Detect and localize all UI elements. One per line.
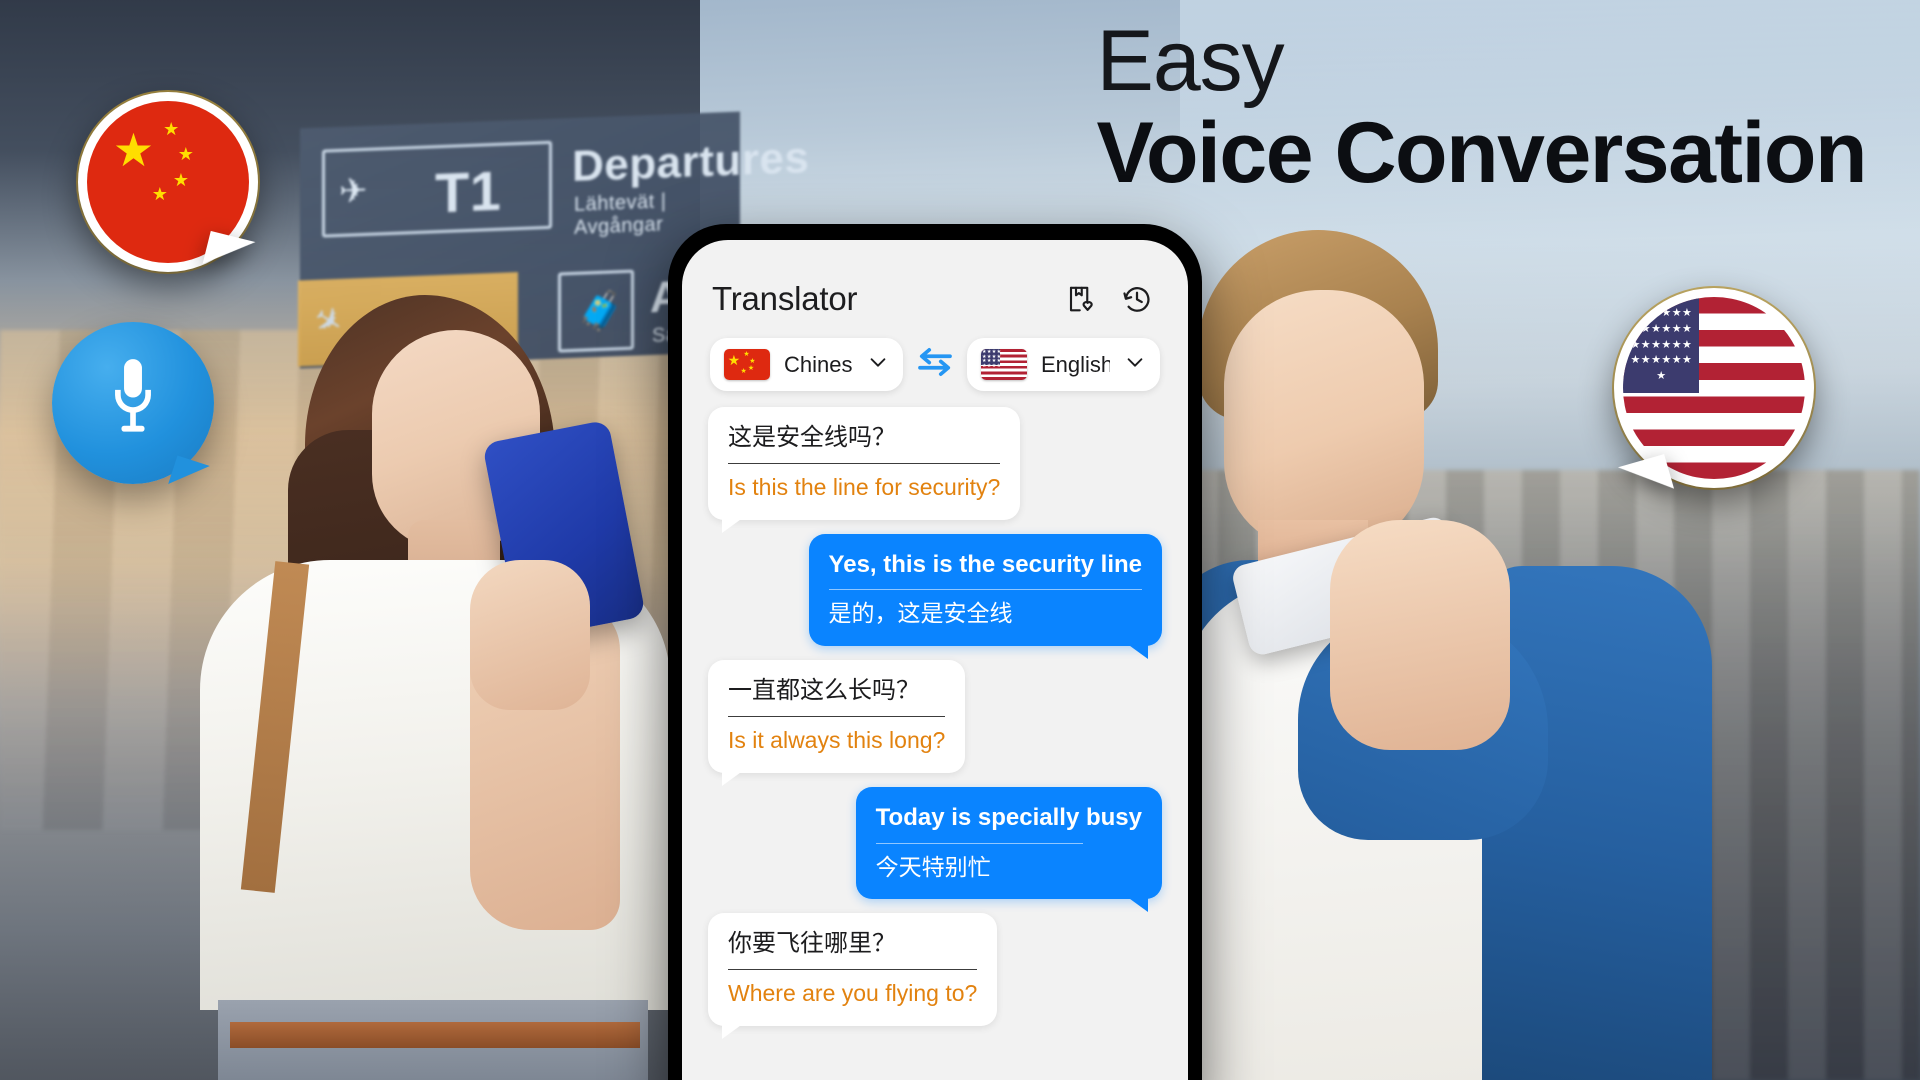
message-translation-text: Is this the line for security? [728, 473, 1001, 500]
sign-departures-label: Departures [572, 132, 810, 192]
message-primary-text: Today is specially busy [875, 803, 1142, 831]
message-primary-text: Yes, this is the security line [828, 550, 1142, 578]
airplane-icon: ✈ [339, 171, 368, 211]
history-icon[interactable] [1122, 284, 1152, 314]
man-face [1224, 290, 1424, 550]
source-flag-icon: ★ ★ ★ ★ ★ [724, 349, 770, 380]
language-selector-bar: ★ ★ ★ ★ ★ Chinese [682, 318, 1188, 391]
woman-belt [230, 1022, 640, 1048]
conversation-list: 这是安全线吗？ Is this the line for security? Y… [682, 391, 1188, 1040]
target-language-selector[interactable]: ★★★★ ★★★★ ★★★★ ★★★★ English [967, 338, 1160, 391]
bubble-tail [722, 1023, 744, 1040]
saved-phrases-icon[interactable] [1066, 284, 1096, 314]
target-flag-icon: ★★★★ ★★★★ ★★★★ ★★★★ [981, 349, 1027, 380]
bubble-tail [1126, 896, 1148, 913]
headline-line-1: Easy [1096, 13, 1284, 109]
message-row: Today is specially busy 今天特别忙 [708, 786, 1162, 913]
bubble-tail [1126, 643, 1148, 660]
target-chevron-down-icon[interactable] [1124, 351, 1146, 378]
woman-hand [470, 560, 590, 710]
app-screen: Translator ★ ★ ★ ★ ★ Chines ★★★★ ★★★★ ★★… [682, 240, 1188, 1080]
message-divider [828, 589, 1142, 591]
message-translation-text: Is it always this long? [728, 726, 946, 753]
phone-device: Translator ★ ★ ★ ★ ★ Chines ★★★★ ★★★★ ★★… [668, 224, 1202, 1080]
message-row: Yes, this is the security line 是的，这是安全线 [708, 533, 1162, 660]
message-translation-text: 是的，这是安全线 [828, 600, 1013, 627]
headline: Easy Voice Conversation [1096, 13, 1867, 201]
china-flag-speech-bubble: ★ ★ ★ ★ ★ [78, 92, 258, 276]
man-hand [1330, 520, 1510, 750]
usa-flag-badge-circle: ★ ★ ★ ★ ★ ★ ★ ★ ★ ★ ★ ★ ★ ★ ★ ★ ★ ★ ★ ★ ★ ★ ★ ★ ★ [1614, 288, 1814, 488]
message-translation-text: Where are you flying to? [728, 980, 978, 1007]
bubble-tail [722, 516, 744, 533]
source-language-label: Chinese [784, 351, 853, 377]
swap-languages-icon[interactable] [903, 347, 967, 382]
message-divider [728, 715, 946, 717]
usa-flag-icon: ★ ★ ★ ★ ★ ★ ★ ★ ★ ★ ★ ★ ★ ★ ★ ★ ★ ★ ★ ★ ★ ★ ★ ★ ★ [1623, 297, 1805, 479]
app-header: Translator [682, 240, 1188, 318]
sign-terminal-box: ✈ T1 [322, 140, 552, 238]
message-translation-text: 今天特别忙 [875, 853, 991, 880]
app-title: Translator [712, 280, 858, 317]
source-chevron-down-icon[interactable] [867, 351, 889, 378]
message-bubble-outgoing[interactable]: Today is specially busy 今天特别忙 [855, 786, 1162, 913]
source-language-selector[interactable]: ★ ★ ★ ★ ★ Chinese [710, 338, 903, 391]
message-row: 一直都这么长吗？ Is it always this long? [708, 660, 1162, 786]
message-bubble-incoming[interactable]: 这是安全线吗？ Is this the line for security? [708, 407, 1021, 533]
microphone-speech-bubble [52, 322, 214, 495]
headline-line-2: Voice Conversation [1096, 105, 1867, 201]
sign-baggage-box: 🧳 [558, 269, 634, 353]
sign-terminal-label: T1 [435, 158, 502, 225]
message-primary-text: 一直都这么长吗？ [728, 677, 920, 705]
usa-flag-canton: ★ ★ ★ ★ ★ ★ ★ ★ ★ ★ ★ ★ ★ ★ ★ ★ ★ ★ ★ ★ ★ ★ ★ ★ ★ [1623, 297, 1700, 394]
target-language-label: English [1041, 351, 1110, 377]
microphone-icon [102, 356, 164, 443]
message-bubble-incoming[interactable]: 你要飞往哪里？ Where are you flying to? [708, 913, 998, 1040]
message-primary-text: 这是安全线吗？ [728, 424, 896, 451]
message-bubble-incoming[interactable]: 一直都这么长吗？ Is it always this long? [708, 660, 966, 786]
usa-flag-speech-bubble: ★ ★ ★ ★ ★ ★ ★ ★ ★ ★ ★ ★ ★ ★ ★ ★ ★ ★ ★ ★ ★ ★ ★ ★ ★ [1614, 288, 1814, 502]
message-bubble-outgoing[interactable]: Yes, this is the security line 是的，这是安全线 [808, 533, 1162, 660]
message-divider [728, 969, 978, 971]
message-divider [875, 842, 1084, 844]
suitcase-icon: 🧳 [577, 289, 625, 334]
message-row: 这是安全线吗？ Is this the line for security? [708, 407, 1162, 533]
header-icon-group [1066, 284, 1158, 314]
bubble-tail [722, 769, 744, 786]
message-divider [728, 462, 1001, 464]
message-primary-text: 你要飞往哪里？ [728, 930, 896, 958]
message-row: 你要飞往哪里？ Where are you flying to? [708, 913, 1162, 1040]
